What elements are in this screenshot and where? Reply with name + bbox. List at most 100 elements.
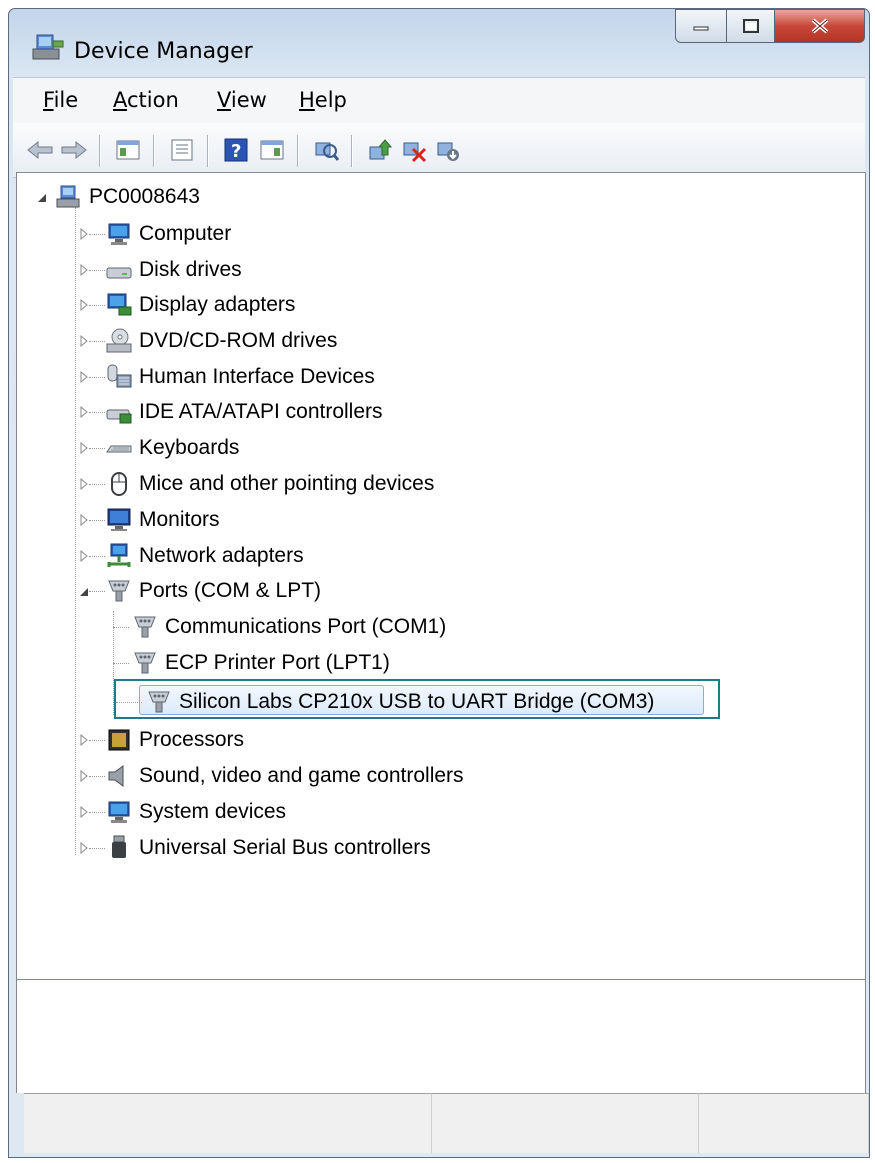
tree-item-label: Disk drives bbox=[139, 258, 242, 281]
menu-view[interactable]: View bbox=[217, 88, 267, 112]
tree-item-com1[interactable]: Communications Port (COM1) bbox=[113, 610, 447, 644]
tree-item-lpt1[interactable]: ECP Printer Port (LPT1) bbox=[113, 646, 390, 680]
tree-item-label: DVD/CD-ROM drives bbox=[139, 329, 338, 352]
menu-help[interactable]: Help bbox=[299, 88, 347, 112]
uninstall-device-icon bbox=[403, 142, 427, 163]
device-manager-icon bbox=[32, 34, 64, 60]
expand-arrow-icon bbox=[80, 478, 88, 490]
maximize-button[interactable] bbox=[727, 9, 775, 43]
human-interface-device-icon bbox=[107, 364, 132, 388]
computer-icon bbox=[108, 223, 130, 245]
tree-item-disk-drives[interactable]: Disk drives bbox=[79, 253, 242, 287]
tree-item-monitors[interactable]: Monitors bbox=[79, 503, 220, 537]
dvd-drive-icon bbox=[106, 328, 132, 353]
tree-item-human-interface-devices[interactable]: Human Interface Devices bbox=[79, 360, 375, 394]
window-title: Device Manager bbox=[74, 39, 253, 64]
tree-blank-area bbox=[16, 980, 866, 1093]
scan-hardware-button[interactable] bbox=[311, 135, 341, 165]
svg-text:?: ? bbox=[231, 141, 241, 162]
console-tree-button[interactable] bbox=[113, 135, 143, 165]
tree-item-keyboards[interactable]: Keyboards bbox=[79, 431, 239, 465]
tree-item-processors[interactable]: Processors bbox=[79, 723, 244, 757]
speaker-icon bbox=[108, 765, 124, 787]
status-bar bbox=[24, 1093, 869, 1153]
forward-button[interactable] bbox=[59, 135, 89, 165]
collapse-arrow-icon bbox=[38, 194, 46, 202]
tree-item-label: Network adapters bbox=[139, 544, 304, 567]
back-button[interactable] bbox=[25, 135, 55, 165]
disable-device-icon bbox=[437, 142, 459, 161]
processor-icon bbox=[108, 729, 130, 751]
tree-item-label: IDE ATA/ATAPI controllers bbox=[139, 400, 383, 423]
menu-bar: File Action View Help bbox=[13, 77, 865, 124]
title-bar[interactable]: Device Manager bbox=[9, 9, 869, 77]
tree-item-computer[interactable]: Computer bbox=[79, 217, 231, 251]
tree-item-label: Communications Port (COM1) bbox=[165, 615, 447, 638]
minimize-icon bbox=[693, 26, 709, 31]
tree-item-label: System devices bbox=[139, 800, 287, 823]
display-adapter-icon bbox=[107, 293, 132, 316]
maximize-icon bbox=[742, 19, 759, 33]
tree-item-label: Sound, video and game controllers bbox=[139, 764, 464, 787]
tree-item-label: Computer bbox=[139, 222, 232, 245]
expand-arrow-icon bbox=[80, 842, 88, 854]
expand-arrow-icon bbox=[80, 299, 88, 311]
update-driver-button[interactable] bbox=[365, 135, 395, 165]
system-device-icon bbox=[108, 801, 130, 823]
ide-controller-icon bbox=[106, 409, 132, 424]
collapse-arrow-icon bbox=[80, 588, 88, 596]
tree-item-display-adapters[interactable]: Display adapters bbox=[79, 288, 295, 322]
computer-root-icon bbox=[56, 185, 80, 208]
forward-arrow-icon bbox=[61, 140, 87, 160]
update-driver-icon bbox=[369, 139, 393, 160]
tree-item-mice[interactable]: Mice and other pointing devices bbox=[79, 467, 434, 501]
menu-file[interactable]: File bbox=[43, 88, 78, 112]
expand-arrow-icon bbox=[80, 371, 88, 383]
expand-arrow-icon bbox=[80, 228, 88, 240]
tree-root-label: PC0008643 bbox=[89, 185, 200, 208]
status-panel-2 bbox=[432, 1093, 699, 1153]
mouse-icon bbox=[111, 472, 127, 496]
help-icon: ? bbox=[224, 138, 248, 162]
minimize-button[interactable] bbox=[675, 9, 727, 43]
close-button[interactable] bbox=[775, 9, 865, 43]
tree-item-label: ECP Printer Port (LPT1) bbox=[165, 651, 390, 674]
uninstall-device-button[interactable] bbox=[399, 135, 429, 165]
close-icon bbox=[811, 18, 828, 34]
menu-action[interactable]: Action bbox=[113, 88, 179, 112]
tree-item-label: Universal Serial Bus controllers bbox=[139, 836, 431, 859]
action-pane-button[interactable] bbox=[257, 135, 287, 165]
toolbar: ? bbox=[13, 123, 865, 178]
expand-arrow-icon bbox=[80, 264, 88, 276]
disk-drive-icon bbox=[106, 267, 132, 279]
tree-item-network-adapters[interactable]: Network adapters bbox=[79, 539, 304, 573]
disable-device-button[interactable] bbox=[433, 135, 463, 165]
tree-item-usb-controllers[interactable]: Universal Serial Bus controllers bbox=[79, 831, 431, 865]
tree-item-label: Keyboards bbox=[139, 436, 240, 459]
properties-button[interactable] bbox=[167, 135, 197, 165]
expand-arrow-icon bbox=[80, 770, 88, 782]
expand-arrow-icon bbox=[80, 335, 88, 347]
device-tree[interactable]: PC0008643 Computer Disk drives Display a… bbox=[16, 172, 866, 980]
tree-item-label: Monitors bbox=[139, 508, 220, 531]
selection-highlight-box bbox=[114, 679, 720, 719]
tree-item-sound[interactable]: Sound, video and game controllers bbox=[79, 759, 464, 793]
back-arrow-icon bbox=[27, 140, 53, 160]
status-panel-1 bbox=[24, 1093, 432, 1153]
port-icon bbox=[108, 580, 130, 602]
expand-arrow-icon bbox=[80, 406, 88, 418]
tree-item-ide-ata-atapi-controllers[interactable]: IDE ATA/ATAPI controllers bbox=[79, 395, 383, 429]
status-panel-3 bbox=[699, 1093, 869, 1153]
tree-root[interactable]: PC0008643 bbox=[37, 180, 200, 214]
show-hide-console-tree-icon bbox=[116, 140, 140, 160]
keyboard-icon bbox=[106, 445, 132, 453]
tree-item-ports[interactable]: Ports (COM & LPT) bbox=[79, 574, 321, 608]
expand-arrow-icon bbox=[80, 806, 88, 818]
help-button[interactable]: ? bbox=[221, 135, 251, 165]
tree-item-dvd-cd-rom-drives[interactable]: DVD/CD-ROM drives bbox=[79, 324, 337, 358]
tree-item-label: Processors bbox=[139, 728, 245, 751]
expand-arrow-icon bbox=[80, 734, 88, 746]
properties-icon bbox=[171, 139, 193, 161]
tree-item-system-devices[interactable]: System devices bbox=[79, 795, 286, 829]
port-icon bbox=[134, 652, 156, 674]
